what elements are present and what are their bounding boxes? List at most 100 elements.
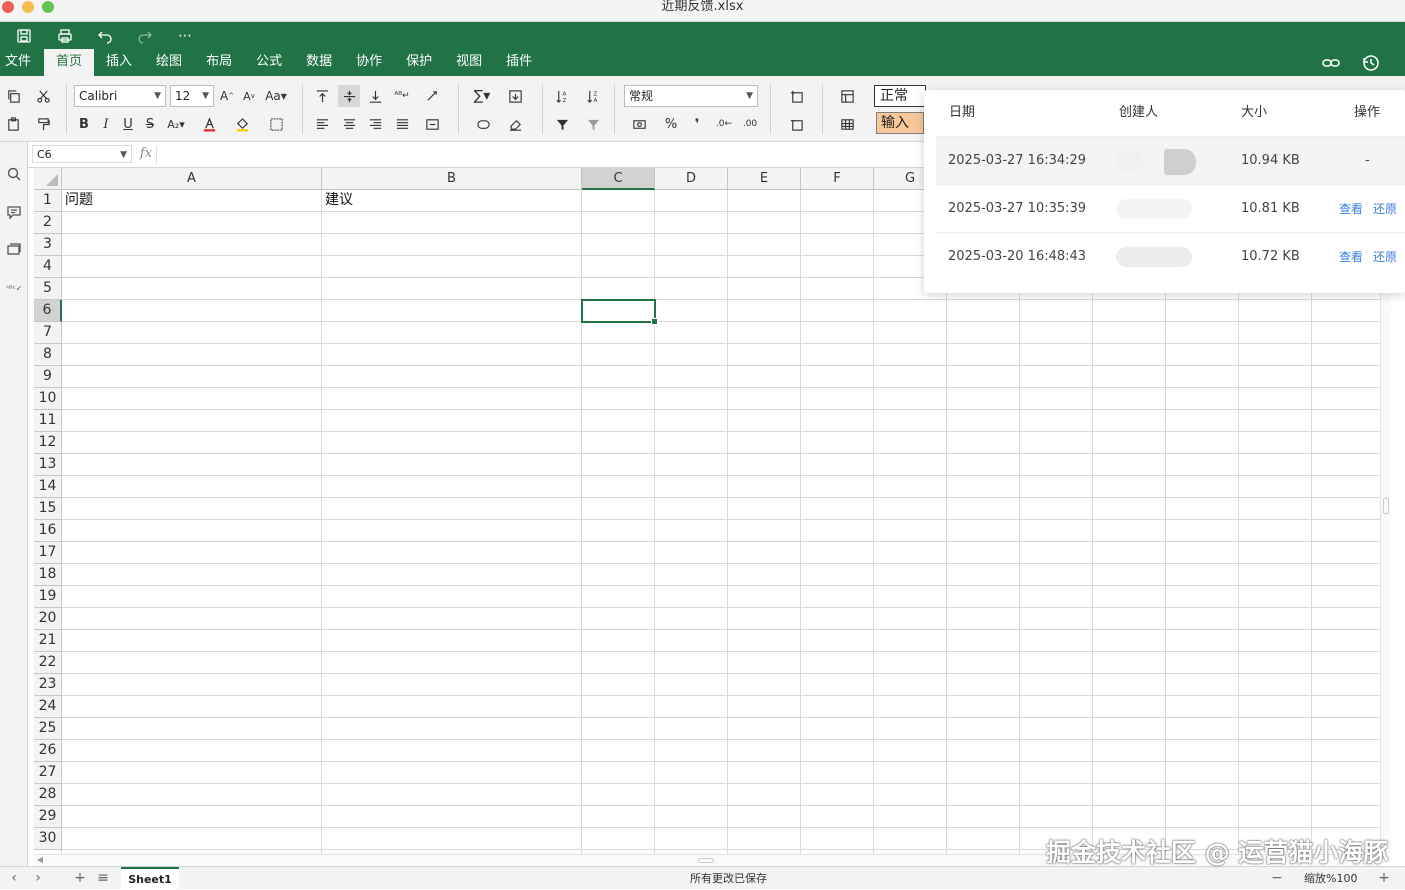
comment-icon[interactable] bbox=[4, 202, 24, 222]
row-header-8[interactable]: 8 bbox=[34, 344, 62, 366]
row-header-27[interactable]: 27 bbox=[34, 762, 62, 784]
row-header-19[interactable]: 19 bbox=[34, 586, 62, 608]
row-header-18[interactable]: 18 bbox=[34, 564, 62, 586]
add-sheet-icon[interactable]: + bbox=[72, 867, 88, 890]
sheet-list-icon[interactable]: ≡ bbox=[95, 867, 111, 890]
strikethrough-button[interactable]: S bbox=[139, 113, 161, 135]
column-header-b[interactable]: B bbox=[322, 168, 582, 190]
sheet-tab-sheet1[interactable]: Sheet1 bbox=[121, 867, 179, 890]
text-orientation-icon[interactable] bbox=[418, 85, 446, 107]
row-header-14[interactable]: 14 bbox=[34, 476, 62, 498]
align-top-icon[interactable] bbox=[311, 85, 333, 107]
copy-icon[interactable] bbox=[2, 85, 24, 107]
redo-icon[interactable] bbox=[133, 26, 157, 46]
cell-style-normal[interactable]: 正常 bbox=[874, 85, 926, 107]
align-center-icon[interactable] bbox=[338, 113, 360, 135]
select-all-corner[interactable] bbox=[34, 168, 62, 190]
row-header-30[interactable]: 30 bbox=[34, 828, 62, 850]
row-header-20[interactable]: 20 bbox=[34, 608, 62, 630]
tab-collaborate[interactable]: 协作 bbox=[344, 49, 394, 76]
decrease-decimal-icon[interactable]: .00 bbox=[739, 113, 761, 135]
selected-cell-c6[interactable] bbox=[581, 299, 658, 325]
fill-icon[interactable] bbox=[500, 85, 530, 107]
tab-formula[interactable]: 公式 bbox=[244, 49, 294, 76]
spellcheck-icon[interactable]: ᴬᴮᶜ✓ bbox=[4, 278, 24, 298]
column-header-e[interactable]: E bbox=[728, 168, 801, 190]
row-header-24[interactable]: 24 bbox=[34, 696, 62, 718]
view-version-link[interactable]: 查看 bbox=[1339, 185, 1363, 233]
next-sheet-icon[interactable]: › bbox=[30, 867, 46, 890]
row-header-2[interactable]: 2 bbox=[34, 212, 62, 234]
percent-button[interactable]: % bbox=[660, 113, 682, 135]
row-header-11[interactable]: 11 bbox=[34, 410, 62, 432]
row-header-10[interactable]: 10 bbox=[34, 388, 62, 410]
currency-icon[interactable] bbox=[624, 113, 654, 135]
tab-draw[interactable]: 绘图 bbox=[144, 49, 194, 76]
chat-icon[interactable] bbox=[4, 240, 24, 260]
restore-version-link[interactable]: 还原 bbox=[1373, 233, 1397, 281]
cell-a1[interactable]: 问题 bbox=[62, 190, 322, 211]
justify-icon[interactable] bbox=[391, 113, 413, 135]
row-header-9[interactable]: 9 bbox=[34, 366, 62, 388]
link-icon[interactable] bbox=[1321, 53, 1341, 73]
format-as-table-icon[interactable] bbox=[832, 113, 862, 135]
filter-icon[interactable] bbox=[551, 113, 573, 135]
row-header-25[interactable]: 25 bbox=[34, 718, 62, 740]
tab-view[interactable]: 视图 bbox=[444, 49, 494, 76]
row-header-7[interactable]: 7 bbox=[34, 322, 62, 344]
column-header-c[interactable]: C bbox=[582, 168, 655, 190]
tab-insert[interactable]: 插入 bbox=[94, 49, 144, 76]
number-format-select[interactable]: 常规 ▼ bbox=[624, 85, 758, 107]
clear-filter-icon[interactable] bbox=[582, 113, 604, 135]
tab-protect[interactable]: 保护 bbox=[394, 49, 444, 76]
zoom-in-button[interactable]: + bbox=[1376, 867, 1392, 890]
prev-sheet-icon[interactable]: ‹ bbox=[6, 867, 22, 890]
sort-ascending-icon[interactable]: AZ bbox=[551, 85, 573, 107]
align-bottom-icon[interactable] bbox=[364, 85, 386, 107]
insert-cells-icon[interactable] bbox=[781, 85, 811, 107]
align-right-icon[interactable] bbox=[364, 113, 386, 135]
increase-decimal-icon[interactable]: .0← bbox=[713, 113, 735, 135]
zoom-level[interactable]: 缩放%100 bbox=[1304, 867, 1357, 890]
row-header-6[interactable]: 6 bbox=[34, 300, 62, 322]
font-color-icon[interactable] bbox=[195, 113, 223, 135]
row-header-13[interactable]: 13 bbox=[34, 454, 62, 476]
name-box[interactable]: C6 ▼ bbox=[32, 145, 132, 163]
zoom-out-button[interactable]: − bbox=[1269, 867, 1285, 890]
borders-icon[interactable] bbox=[262, 113, 290, 135]
paste-icon[interactable] bbox=[2, 113, 24, 135]
font-size-select[interactable]: 12 ▼ bbox=[170, 85, 214, 107]
history-icon[interactable] bbox=[1361, 53, 1381, 73]
row-header-21[interactable]: 21 bbox=[34, 630, 62, 652]
function-icon[interactable]: fx bbox=[136, 144, 156, 164]
row-header-28[interactable]: 28 bbox=[34, 784, 62, 806]
save-icon[interactable] bbox=[12, 26, 36, 46]
row-header-17[interactable]: 17 bbox=[34, 542, 62, 564]
delete-cells-icon[interactable] bbox=[781, 113, 811, 135]
row-header-29[interactable]: 29 bbox=[34, 806, 62, 828]
wrap-text-icon[interactable]: ᴬᴮ↵ bbox=[391, 85, 413, 107]
row-header-3[interactable]: 3 bbox=[34, 234, 62, 256]
column-header-f[interactable]: F bbox=[801, 168, 874, 190]
view-version-link[interactable]: 查看 bbox=[1339, 233, 1363, 281]
clear-format-icon[interactable] bbox=[468, 113, 498, 135]
comma-style-button[interactable]: ❜ bbox=[686, 113, 708, 135]
tab-layout[interactable]: 布局 bbox=[194, 49, 244, 76]
sort-descending-icon[interactable]: ZA bbox=[582, 85, 604, 107]
font-name-select[interactable]: Calibri ▼ bbox=[74, 85, 166, 107]
row-header-4[interactable]: 4 bbox=[34, 256, 62, 278]
row-header-15[interactable]: 15 bbox=[34, 498, 62, 520]
increase-font-icon[interactable]: A ^ bbox=[216, 85, 238, 107]
subscript-icon[interactable]: A₂▾ bbox=[162, 113, 190, 135]
merge-cells-icon[interactable] bbox=[418, 113, 446, 135]
tab-file[interactable]: 文件 bbox=[0, 49, 36, 76]
more-icon[interactable]: ⋯ bbox=[173, 26, 197, 46]
row-header-16[interactable]: 16 bbox=[34, 520, 62, 542]
format-painter-icon[interactable] bbox=[32, 113, 54, 135]
decrease-font-icon[interactable]: Av bbox=[238, 85, 260, 107]
align-middle-icon[interactable] bbox=[338, 85, 360, 107]
column-header-a[interactable]: A bbox=[62, 168, 322, 190]
tab-data[interactable]: 数据 bbox=[294, 49, 344, 76]
fill-color-icon[interactable] bbox=[228, 113, 256, 135]
row-header-1[interactable]: 1 bbox=[34, 190, 62, 212]
